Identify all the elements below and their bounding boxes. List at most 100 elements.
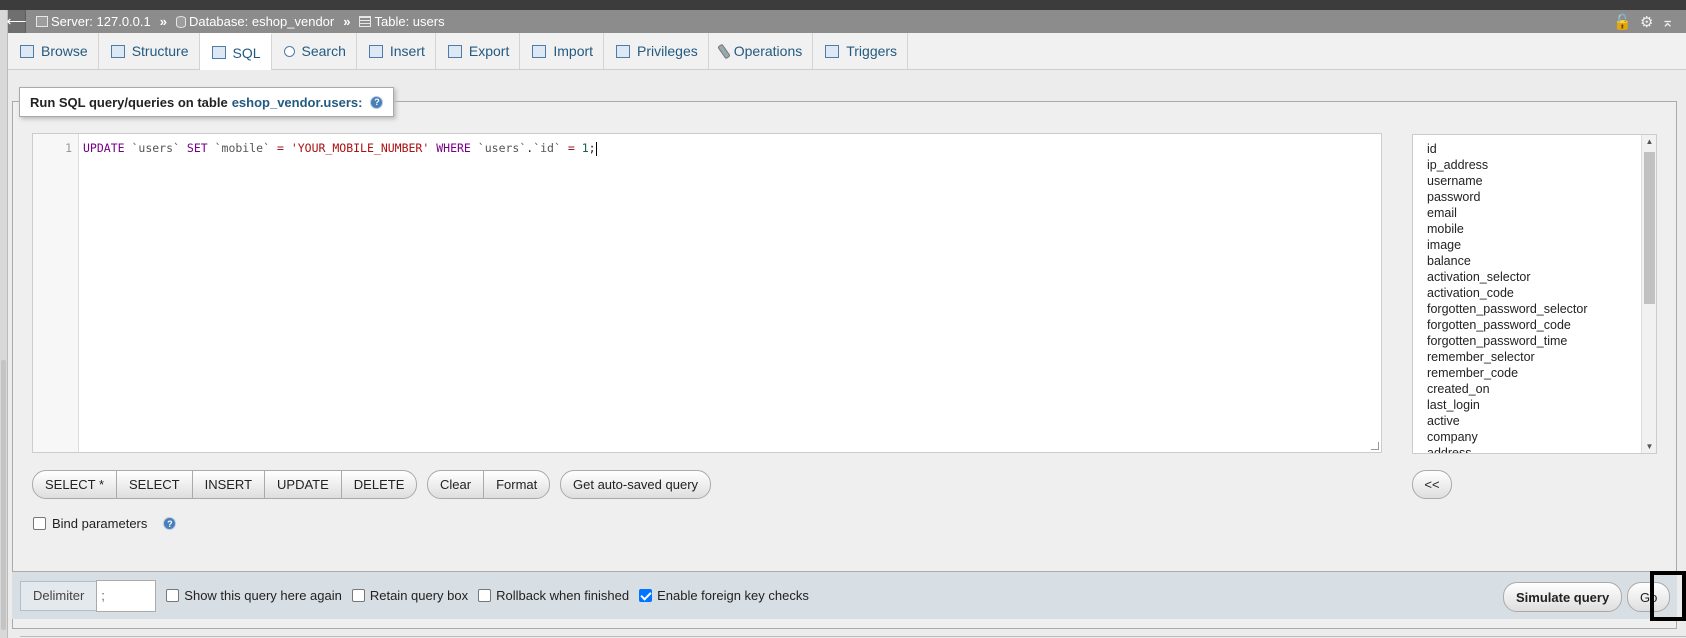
code-token: =: [276, 141, 284, 155]
sql-code-line[interactable]: UPDATE `users` SET `mobile` = 'YOUR_MOBI…: [83, 141, 597, 156]
insert-column-button[interactable]: <<: [1412, 470, 1452, 499]
rollback-option[interactable]: Rollback when finished: [478, 588, 629, 603]
tab-insert[interactable]: Insert: [357, 33, 436, 69]
help-icon[interactable]: ?: [370, 95, 384, 109]
rollback-checkbox[interactable]: [478, 589, 492, 602]
tab-sql[interactable]: SQL: [199, 33, 272, 70]
scroll-up-icon[interactable]: ▲: [1642, 137, 1656, 146]
column-list-item[interactable]: id: [1427, 141, 1656, 157]
bind-parameters-row: Bind parameters ?: [33, 516, 177, 531]
tab-search[interactable]: Search: [272, 33, 357, 69]
column-list-item[interactable]: username: [1427, 173, 1656, 189]
gear-icon[interactable]: ⚙: [1640, 13, 1653, 31]
column-list-item[interactable]: mobile: [1427, 221, 1656, 237]
column-list-item[interactable]: address: [1427, 445, 1656, 453]
column-list-item[interactable]: created_on: [1427, 381, 1656, 397]
code-token: UPDATE: [83, 141, 125, 155]
update-button[interactable]: UPDATE: [265, 471, 342, 498]
column-list-item[interactable]: email: [1427, 205, 1656, 221]
delimiter-input[interactable]: [96, 579, 157, 612]
navigation-collapse-edge[interactable]: [0, 10, 8, 638]
server-icon: [36, 16, 48, 27]
back-arrow-icon[interactable]: ⟵: [6, 10, 27, 33]
clear-button[interactable]: Clear: [428, 471, 485, 498]
select-star-button[interactable]: SELECT *: [33, 471, 118, 498]
edit-buttons: Clear Format: [427, 470, 551, 499]
column-list-items: id ip_address username password email mobile i…: [1413, 135, 1656, 453]
tab-browse[interactable]: Browse: [8, 33, 99, 69]
column-list-scrollbar[interactable]: ▲ ▼: [1641, 135, 1656, 453]
scroll-down-icon[interactable]: ▼: [1642, 442, 1656, 451]
code-token: 1: [581, 141, 589, 155]
breadcrumb-actions: 🔓 ⚙ ⌅: [1613, 13, 1674, 31]
code-token: ;: [588, 141, 596, 155]
get-autosaved-query-button[interactable]: Get auto-saved query: [560, 470, 712, 499]
menu-tabs: Browse Structure SQL Search Insert Expor…: [8, 33, 1686, 70]
legend-table-name: eshop_vendor.users:: [231, 94, 363, 110]
column-list-item[interactable]: forgotten_password_selector: [1427, 301, 1656, 317]
tab-export[interactable]: Export: [436, 33, 521, 69]
breadcrumb-table[interactable]: Table: users: [359, 14, 445, 29]
bind-parameters-label: Bind parameters: [52, 516, 148, 531]
breadcrumb-database[interactable]: Database: eshop_vendor: [175, 14, 334, 29]
select-button[interactable]: SELECT: [117, 471, 193, 498]
column-list-item[interactable]: active: [1427, 413, 1656, 429]
tab-privileges[interactable]: Privileges: [604, 33, 709, 69]
code-token: `users`: [131, 141, 180, 155]
code-token: `users`: [477, 141, 527, 155]
scrollbar-thumb[interactable]: [1644, 152, 1655, 304]
column-list-item[interactable]: activation_selector: [1427, 269, 1656, 285]
sql-editor[interactable]: 1 UPDATE `users` SET `mobile` = 'YOUR_MO…: [32, 133, 1382, 453]
retain-query-option[interactable]: Retain query box: [351, 588, 468, 603]
column-list-item[interactable]: activation_code: [1427, 285, 1656, 301]
window-top-strip: [0, 0, 1686, 10]
sql-query-legend: Run SQL query/queries on table eshop_ven…: [19, 87, 395, 117]
retain-query-checkbox[interactable]: [351, 589, 365, 602]
resize-handle[interactable]: [1371, 442, 1379, 450]
tab-structure[interactable]: Structure: [99, 33, 200, 69]
column-list-item[interactable]: forgotten_password_time: [1427, 333, 1656, 349]
column-list-item[interactable]: last_login: [1427, 397, 1656, 413]
column-list-item[interactable]: remember_code: [1427, 365, 1656, 381]
foreign-key-checkbox[interactable]: [639, 589, 653, 602]
left-scrollbar[interactable]: [1, 360, 6, 630]
help-icon[interactable]: ?: [163, 517, 177, 530]
column-list-item[interactable]: forgotten_password_code: [1427, 317, 1656, 333]
code-token: WHERE: [436, 141, 471, 155]
column-list[interactable]: id ip_address username password email mobile i…: [1412, 134, 1657, 454]
tab-triggers[interactable]: Triggers: [813, 33, 909, 69]
query-template-buttons: SELECT * SELECT INSERT UPDATE DELETE: [32, 470, 418, 499]
column-list-item[interactable]: ip_address: [1427, 157, 1656, 173]
code-token: 'YOUR_MOBILE_NUMBER': [290, 141, 430, 155]
triggers-icon: [825, 44, 840, 58]
column-list-item[interactable]: remember_selector: [1427, 349, 1656, 365]
column-list-item[interactable]: image: [1427, 237, 1656, 253]
tab-import[interactable]: Import: [520, 33, 605, 69]
line-number: 1: [33, 134, 79, 452]
code-token: SET: [186, 141, 208, 155]
column-list-item[interactable]: balance: [1427, 253, 1656, 269]
insert-button[interactable]: INSERT: [193, 471, 266, 498]
export-icon: [447, 44, 462, 58]
collapse-icon[interactable]: ⌅: [1661, 13, 1674, 31]
show-query-checkbox[interactable]: [166, 589, 180, 602]
breadcrumb-server[interactable]: Server: 127.0.0.1: [36, 14, 151, 29]
format-button[interactable]: Format: [484, 471, 549, 498]
tab-operations[interactable]: Operations: [709, 33, 814, 69]
delete-button[interactable]: DELETE: [342, 471, 417, 498]
foreign-key-option[interactable]: Enable foreign key checks: [639, 588, 809, 603]
bind-parameters-checkbox[interactable]: [33, 517, 46, 530]
go-button-highlight: [1650, 571, 1686, 621]
show-query-option[interactable]: Show this query here again: [166, 588, 342, 603]
simulate-query-button[interactable]: Simulate query: [1503, 582, 1623, 612]
lock-icon[interactable]: 🔓: [1613, 13, 1632, 31]
column-list-item[interactable]: password: [1427, 189, 1656, 205]
structure-icon: [110, 44, 125, 58]
column-list-item[interactable]: company: [1427, 429, 1656, 445]
